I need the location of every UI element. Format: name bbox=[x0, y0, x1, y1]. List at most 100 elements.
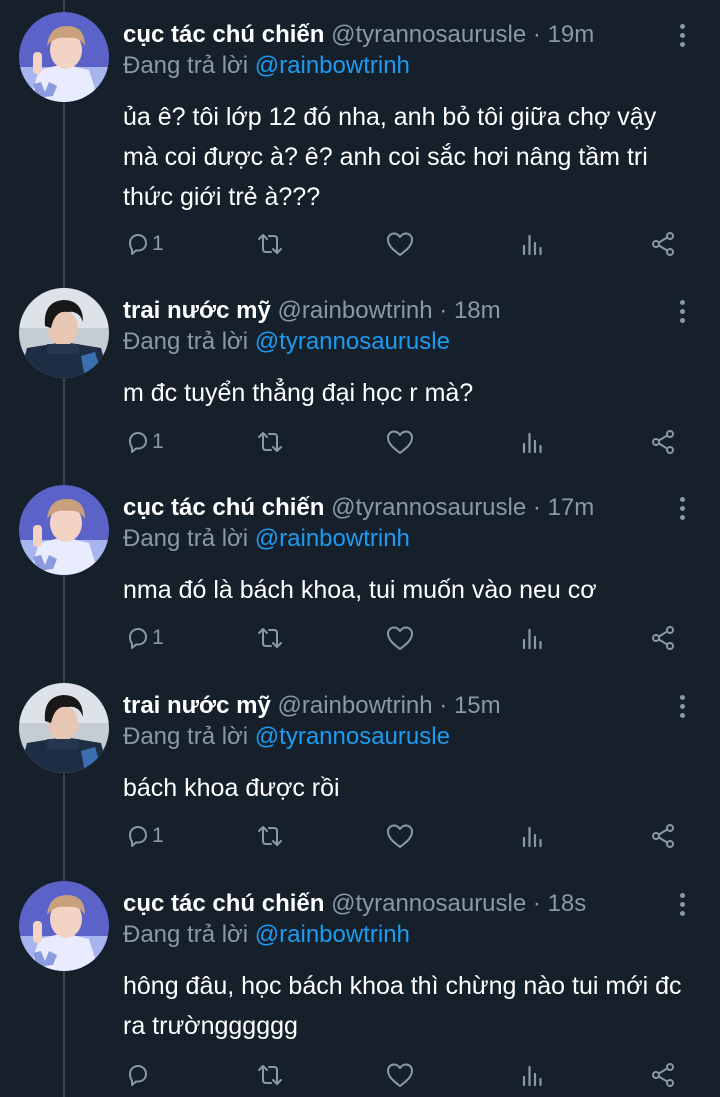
analytics-button[interactable] bbox=[520, 816, 544, 856]
separator: · bbox=[439, 692, 448, 719]
reply-button[interactable]: 1 bbox=[126, 618, 164, 658]
reply-icon bbox=[126, 626, 150, 650]
mention-link[interactable]: @tyrannosaurusle bbox=[255, 723, 450, 750]
separator: · bbox=[532, 890, 541, 917]
mention-link[interactable]: @rainbowtrinh bbox=[255, 52, 410, 79]
reply-count: 1 bbox=[152, 824, 164, 847]
avatar[interactable] bbox=[19, 12, 109, 102]
replying-to: Đang trả lời @rainbowtrinh bbox=[123, 920, 410, 950]
handle[interactable]: @rainbowtrinh bbox=[278, 297, 433, 324]
retweet-icon bbox=[256, 824, 284, 848]
replying-to: Đang trả lời @tyrannosaurusle bbox=[123, 722, 450, 752]
retweet-icon bbox=[256, 626, 284, 650]
handle[interactable]: @tyrannosaurusle bbox=[331, 890, 526, 917]
action-bar bbox=[0, 1055, 720, 1095]
timestamp[interactable]: 17m bbox=[548, 494, 595, 521]
like-icon bbox=[386, 429, 414, 455]
more-icon[interactable] bbox=[672, 691, 692, 721]
display-name[interactable]: cục tác chú chiến bbox=[123, 890, 324, 917]
like-button[interactable] bbox=[386, 422, 414, 462]
tweet-text: m đc tuyển thẳng đại học r mà? bbox=[123, 379, 474, 407]
separator: · bbox=[532, 494, 541, 521]
tweet-text: nma đó là bách khoa, tui muốn vào neu cơ bbox=[123, 576, 597, 604]
retweet-button[interactable] bbox=[256, 816, 284, 856]
like-icon bbox=[386, 625, 414, 651]
reply-icon bbox=[126, 232, 150, 256]
reply-icon bbox=[126, 1063, 150, 1087]
reply-count: 1 bbox=[152, 626, 164, 649]
handle[interactable]: @tyrannosaurusle bbox=[331, 21, 526, 48]
reply-button[interactable]: 1 bbox=[126, 224, 164, 264]
like-button[interactable] bbox=[386, 816, 414, 856]
share-button[interactable] bbox=[650, 1055, 676, 1095]
like-icon bbox=[386, 231, 414, 257]
more-icon[interactable] bbox=[672, 20, 692, 50]
reply-count: 1 bbox=[152, 430, 164, 453]
display-name[interactable]: trai nước mỹ bbox=[123, 692, 271, 719]
like-icon bbox=[386, 1062, 414, 1088]
share-button[interactable] bbox=[650, 816, 676, 856]
replying-prefix: Đang trả lời bbox=[123, 52, 249, 79]
share-icon bbox=[650, 1062, 676, 1088]
timestamp[interactable]: 19m bbox=[548, 21, 595, 48]
replying-to: Đang trả lời @rainbowtrinh bbox=[123, 51, 410, 81]
tweet-text: ủa ê? tôi lớp 12 đó nha, anh bỏ tôi giữa… bbox=[123, 103, 657, 211]
like-button[interactable] bbox=[386, 1055, 414, 1095]
mention-link[interactable]: @rainbowtrinh bbox=[255, 525, 410, 552]
tweet-header: cục tác chú chiến @tyrannosaurusle · 18s bbox=[123, 889, 586, 919]
avatar[interactable] bbox=[19, 881, 109, 971]
analytics-icon bbox=[520, 430, 544, 454]
separator: · bbox=[532, 21, 541, 48]
handle[interactable]: @tyrannosaurusle bbox=[331, 494, 526, 521]
share-button[interactable] bbox=[650, 618, 676, 658]
more-icon[interactable] bbox=[672, 493, 692, 523]
replying-to: Đang trả lời @rainbowtrinh bbox=[123, 524, 410, 554]
timestamp[interactable]: 18m bbox=[454, 297, 501, 324]
timestamp[interactable]: 15m bbox=[454, 692, 501, 719]
like-button[interactable] bbox=[386, 618, 414, 658]
display-name[interactable]: cục tác chú chiến bbox=[123, 21, 324, 48]
avatar[interactable] bbox=[19, 288, 109, 378]
reply-icon bbox=[126, 824, 150, 848]
share-icon bbox=[650, 429, 676, 455]
avatar[interactable] bbox=[19, 683, 109, 773]
action-bar: 1 bbox=[0, 224, 720, 264]
analytics-button[interactable] bbox=[520, 422, 544, 462]
analytics-button[interactable] bbox=[520, 618, 544, 658]
display-name[interactable]: trai nước mỹ bbox=[123, 297, 271, 324]
mention-link[interactable]: @rainbowtrinh bbox=[255, 921, 410, 948]
retweet-button[interactable] bbox=[256, 1055, 284, 1095]
replying-to: Đang trả lời @tyrannosaurusle bbox=[123, 327, 450, 357]
reply-button[interactable] bbox=[126, 1055, 152, 1095]
replying-prefix: Đang trả lời bbox=[123, 723, 249, 750]
reply-button[interactable]: 1 bbox=[126, 816, 164, 856]
analytics-icon bbox=[520, 232, 544, 256]
reply-count: 1 bbox=[152, 232, 164, 255]
retweet-button[interactable] bbox=[256, 224, 284, 264]
reply-button[interactable]: 1 bbox=[126, 422, 164, 462]
timestamp[interactable]: 18s bbox=[548, 890, 587, 917]
retweet-icon bbox=[256, 232, 284, 256]
replying-prefix: Đang trả lời bbox=[123, 921, 249, 948]
avatar[interactable] bbox=[19, 485, 109, 575]
analytics-button[interactable] bbox=[520, 224, 544, 264]
tweet-header: trai nước mỹ @rainbowtrinh · 15m bbox=[123, 691, 501, 721]
like-button[interactable] bbox=[386, 224, 414, 264]
share-button[interactable] bbox=[650, 224, 676, 264]
share-icon bbox=[650, 823, 676, 849]
replying-prefix: Đang trả lời bbox=[123, 328, 249, 355]
action-bar: 1 bbox=[0, 618, 720, 658]
tweet-header: trai nước mỹ @rainbowtrinh · 18m bbox=[123, 296, 501, 326]
more-icon[interactable] bbox=[672, 889, 692, 919]
retweet-button[interactable] bbox=[256, 422, 284, 462]
share-button[interactable] bbox=[650, 422, 676, 462]
retweet-button[interactable] bbox=[256, 618, 284, 658]
handle[interactable]: @rainbowtrinh bbox=[278, 692, 433, 719]
retweet-icon bbox=[256, 430, 284, 454]
display-name[interactable]: cục tác chú chiến bbox=[123, 494, 324, 521]
more-icon[interactable] bbox=[672, 296, 692, 326]
mention-link[interactable]: @tyrannosaurusle bbox=[255, 328, 450, 355]
analytics-button[interactable] bbox=[520, 1055, 544, 1095]
tweet-text: hông đâu, học bách khoa thì chừng nào tu… bbox=[123, 972, 682, 1040]
action-bar: 1 bbox=[0, 816, 720, 856]
